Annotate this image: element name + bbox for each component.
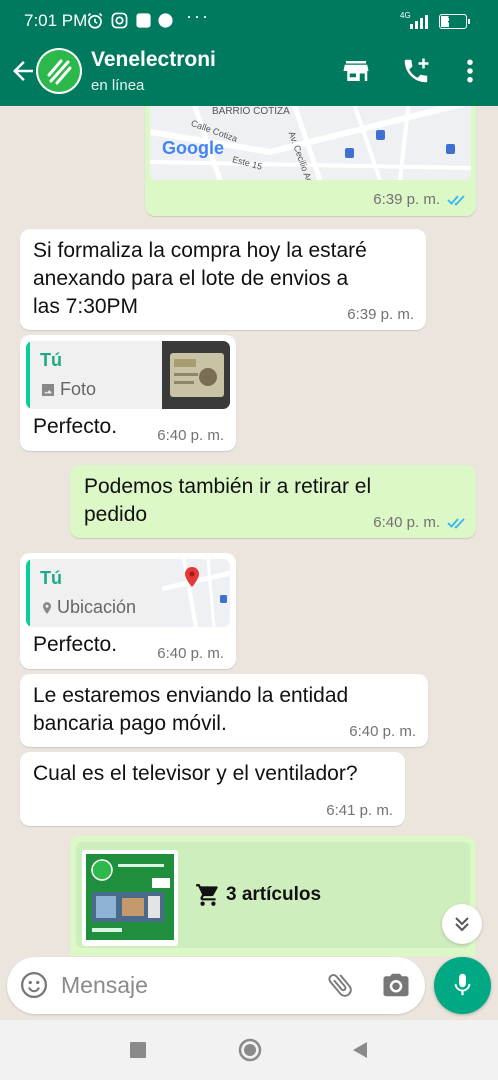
- message-text: Perfecto.: [33, 633, 118, 656]
- signal-icon: [410, 13, 432, 29]
- message-time: 6:40 p. m.: [157, 427, 224, 444]
- message-time: 6:40 p. m.: [157, 645, 224, 662]
- message-line: anexando para el lote de envios a: [33, 267, 349, 290]
- reply-message[interactable]: Tú Ubicación Perfecto. 6:40 p. m.: [20, 553, 236, 669]
- voice-message-button[interactable]: [434, 957, 491, 1014]
- camera-icon[interactable]: [381, 970, 411, 1000]
- reply-message[interactable]: Tú Foto Perfecto. 6:40 p. m.: [20, 335, 236, 451]
- instagram-icon: [111, 12, 128, 29]
- back-arrow-icon[interactable]: [8, 56, 38, 86]
- emoji-icon[interactable]: [19, 970, 49, 1000]
- microphone-icon: [454, 973, 471, 996]
- contact-logo: [38, 50, 80, 92]
- alarm-icon: [87, 12, 103, 29]
- notification-dot-icon: [158, 13, 173, 28]
- read-ticks-icon: [447, 195, 465, 206]
- battery-icon: 31: [439, 14, 470, 29]
- cart-label: 3 artículos: [226, 884, 322, 905]
- message-line: Cual es el televisor y el ventilador?: [33, 762, 358, 785]
- message-line: Le estaremos enviando la entidad: [33, 684, 349, 707]
- chat-messages[interactable]: BARRIO COTIZA Calle Cotiza Este 15 Av. C…: [0, 106, 498, 956]
- google-logo: Google: [162, 138, 224, 158]
- contact-name[interactable]: Venelectroni: [91, 48, 216, 72]
- quote-author: Tú: [40, 350, 62, 370]
- status-time: 7:01 PM: [24, 11, 88, 30]
- quote-author: Tú: [40, 568, 62, 588]
- cart-card[interactable]: 3 artículos: [76, 842, 470, 948]
- location-pin-icon: [42, 602, 52, 614]
- incoming-message[interactable]: Si formaliza la compra hoy la estaré ane…: [20, 229, 426, 330]
- add-call-icon[interactable]: [401, 56, 431, 86]
- more-vert-icon[interactable]: [455, 56, 485, 86]
- cart-icon: [196, 884, 218, 906]
- quote-type: Foto: [60, 379, 97, 399]
- double-chevron-down-icon: [455, 917, 469, 932]
- back-nav-icon[interactable]: [346, 1036, 374, 1064]
- quoted-photo[interactable]: Tú Foto: [26, 341, 230, 409]
- store-icon[interactable]: [341, 56, 371, 86]
- contact-status: en línea: [91, 77, 145, 94]
- cart-message[interactable]: 3 artículos: [70, 836, 476, 956]
- attach-icon[interactable]: [325, 970, 355, 1000]
- outgoing-message[interactable]: Podemos también ir a retirar el pedido 6…: [70, 465, 476, 538]
- incoming-message[interactable]: Cual es el televisor y el ventilador? 6:…: [20, 752, 405, 826]
- message-line: pedido: [84, 503, 148, 526]
- location-map[interactable]: BARRIO COTIZA Calle Cotiza Este 15 Av. C…: [150, 106, 471, 180]
- message-line: bancaria pago móvil.: [33, 712, 227, 735]
- message-text: Perfecto.: [33, 415, 118, 438]
- message-time: 6:39 p. m.: [373, 191, 440, 208]
- message-line: las 7:30PM: [33, 295, 139, 318]
- map-label: BARRIO COTIZA: [212, 106, 290, 117]
- cart-thumbnail: [82, 850, 178, 946]
- quoted-location[interactable]: Tú Ubicación: [26, 559, 230, 627]
- photo-icon: [42, 384, 54, 396]
- notification-square-icon: [136, 13, 151, 28]
- location-message[interactable]: BARRIO COTIZA Calle Cotiza Este 15 Av. C…: [145, 106, 476, 216]
- system-navigation-bar: [0, 1020, 498, 1080]
- photo-thumbnail: [162, 341, 230, 409]
- message-time: 6:41 p. m.: [326, 802, 393, 819]
- chat-header: Venelectroni en línea: [0, 42, 498, 106]
- message-line: Podemos también ir a retirar el: [84, 475, 372, 498]
- contact-avatar[interactable]: [36, 48, 82, 94]
- recents-icon[interactable]: [124, 1036, 152, 1064]
- battery-level: 31: [447, 15, 459, 26]
- more-notifications-icon: ···: [186, 6, 210, 26]
- map-thumbnail: [162, 559, 230, 627]
- message-time: 6:40 p. m.: [373, 514, 440, 531]
- message-time: 6:39 p. m.: [347, 306, 414, 323]
- status-bar: 7:01 PM ··· 4G 31: [0, 0, 498, 42]
- message-time: 6:40 p. m.: [349, 723, 416, 740]
- quote-type: Ubicación: [57, 597, 137, 617]
- message-line: Si formaliza la compra hoy la estaré: [33, 239, 367, 262]
- incoming-message[interactable]: Le estaremos enviando la entidad bancari…: [20, 674, 428, 747]
- scroll-to-bottom-button[interactable]: [442, 904, 482, 944]
- home-icon[interactable]: [236, 1036, 264, 1064]
- message-input[interactable]: [61, 967, 311, 1003]
- message-composer: [7, 957, 425, 1014]
- read-ticks-icon: [447, 518, 465, 529]
